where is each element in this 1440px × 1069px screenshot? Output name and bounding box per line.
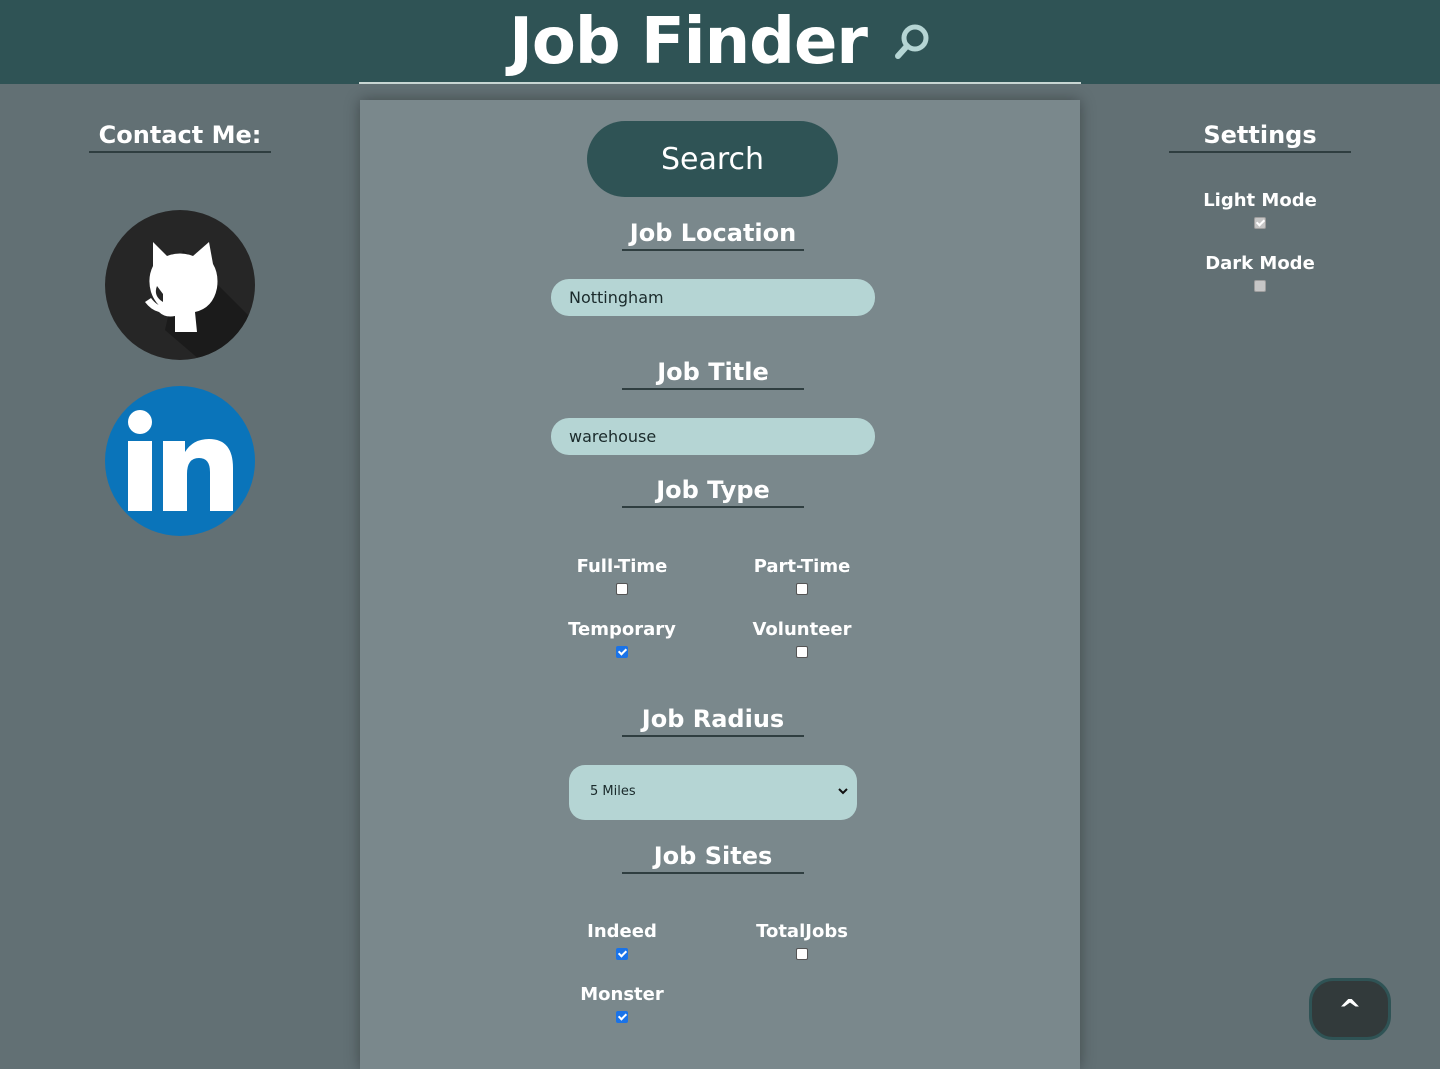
app-title: Job Finder — [0, 4, 1440, 80]
monster-label: Monster — [580, 984, 664, 1005]
part-time-label: Part-Time — [753, 556, 851, 577]
setting-light-mode-label: Light Mode — [1203, 190, 1317, 211]
site-indeed: Indeed — [562, 921, 682, 964]
site-monster: Monster — [562, 984, 682, 1027]
job-type-full-time: Full-Time — [562, 556, 682, 599]
indeed-checkbox[interactable] — [616, 948, 628, 960]
job-type-part-time: Part-Time — [742, 556, 862, 599]
linkedin-icon[interactable] — [105, 386, 255, 536]
job-type-temporary: Temporary — [562, 619, 682, 662]
github-icon[interactable] — [105, 210, 255, 360]
totaljobs-checkbox[interactable] — [796, 948, 808, 960]
job-type-title: Job Type — [622, 475, 804, 508]
full-time-checkbox[interactable] — [616, 583, 628, 595]
job-radius-select[interactable]: 5 Miles — [569, 765, 857, 820]
monster-checkbox[interactable] — [616, 1011, 628, 1023]
site-totaljobs: TotalJobs — [742, 921, 862, 964]
job-radius-value: 5 Miles — [590, 784, 636, 799]
volunteer-label: Volunteer — [752, 619, 852, 640]
app-title-text: Job Finder — [509, 5, 868, 79]
setting-dark-mode-label: Dark Mode — [1205, 253, 1315, 274]
job-title-title: Job Title — [622, 357, 804, 390]
setting-dark-mode: Dark Mode — [1200, 253, 1320, 296]
temporary-checkbox[interactable] — [616, 646, 628, 658]
chevron-down-icon — [837, 785, 849, 800]
part-time-checkbox[interactable] — [796, 583, 808, 595]
totaljobs-label: TotalJobs — [756, 921, 848, 942]
job-type-volunteer: Volunteer — [742, 619, 862, 662]
job-location-title: Job Location — [622, 218, 804, 251]
indeed-label: Indeed — [587, 921, 657, 942]
job-sites-title: Job Sites — [622, 841, 804, 874]
settings-title: Settings — [1169, 120, 1351, 153]
job-radius-title: Job Radius — [622, 704, 804, 737]
setting-light-mode: Light Mode — [1200, 190, 1320, 233]
back-to-top-button[interactable]: ^ — [1309, 978, 1391, 1040]
search-form-panel: Search Job Location Job Title Job Type F… — [360, 100, 1080, 1069]
temporary-label: Temporary — [568, 619, 676, 640]
job-location-input[interactable] — [551, 279, 875, 316]
search-button[interactable]: Search — [587, 121, 838, 197]
search-icon — [893, 23, 931, 61]
volunteer-checkbox[interactable] — [796, 646, 808, 658]
job-title-input[interactable] — [551, 418, 875, 455]
contact-title: Contact Me: — [89, 120, 271, 153]
dark-mode-checkbox[interactable] — [1254, 280, 1266, 292]
full-time-label: Full-Time — [576, 556, 668, 577]
light-mode-checkbox[interactable] — [1254, 217, 1266, 229]
header-divider — [359, 82, 1081, 84]
